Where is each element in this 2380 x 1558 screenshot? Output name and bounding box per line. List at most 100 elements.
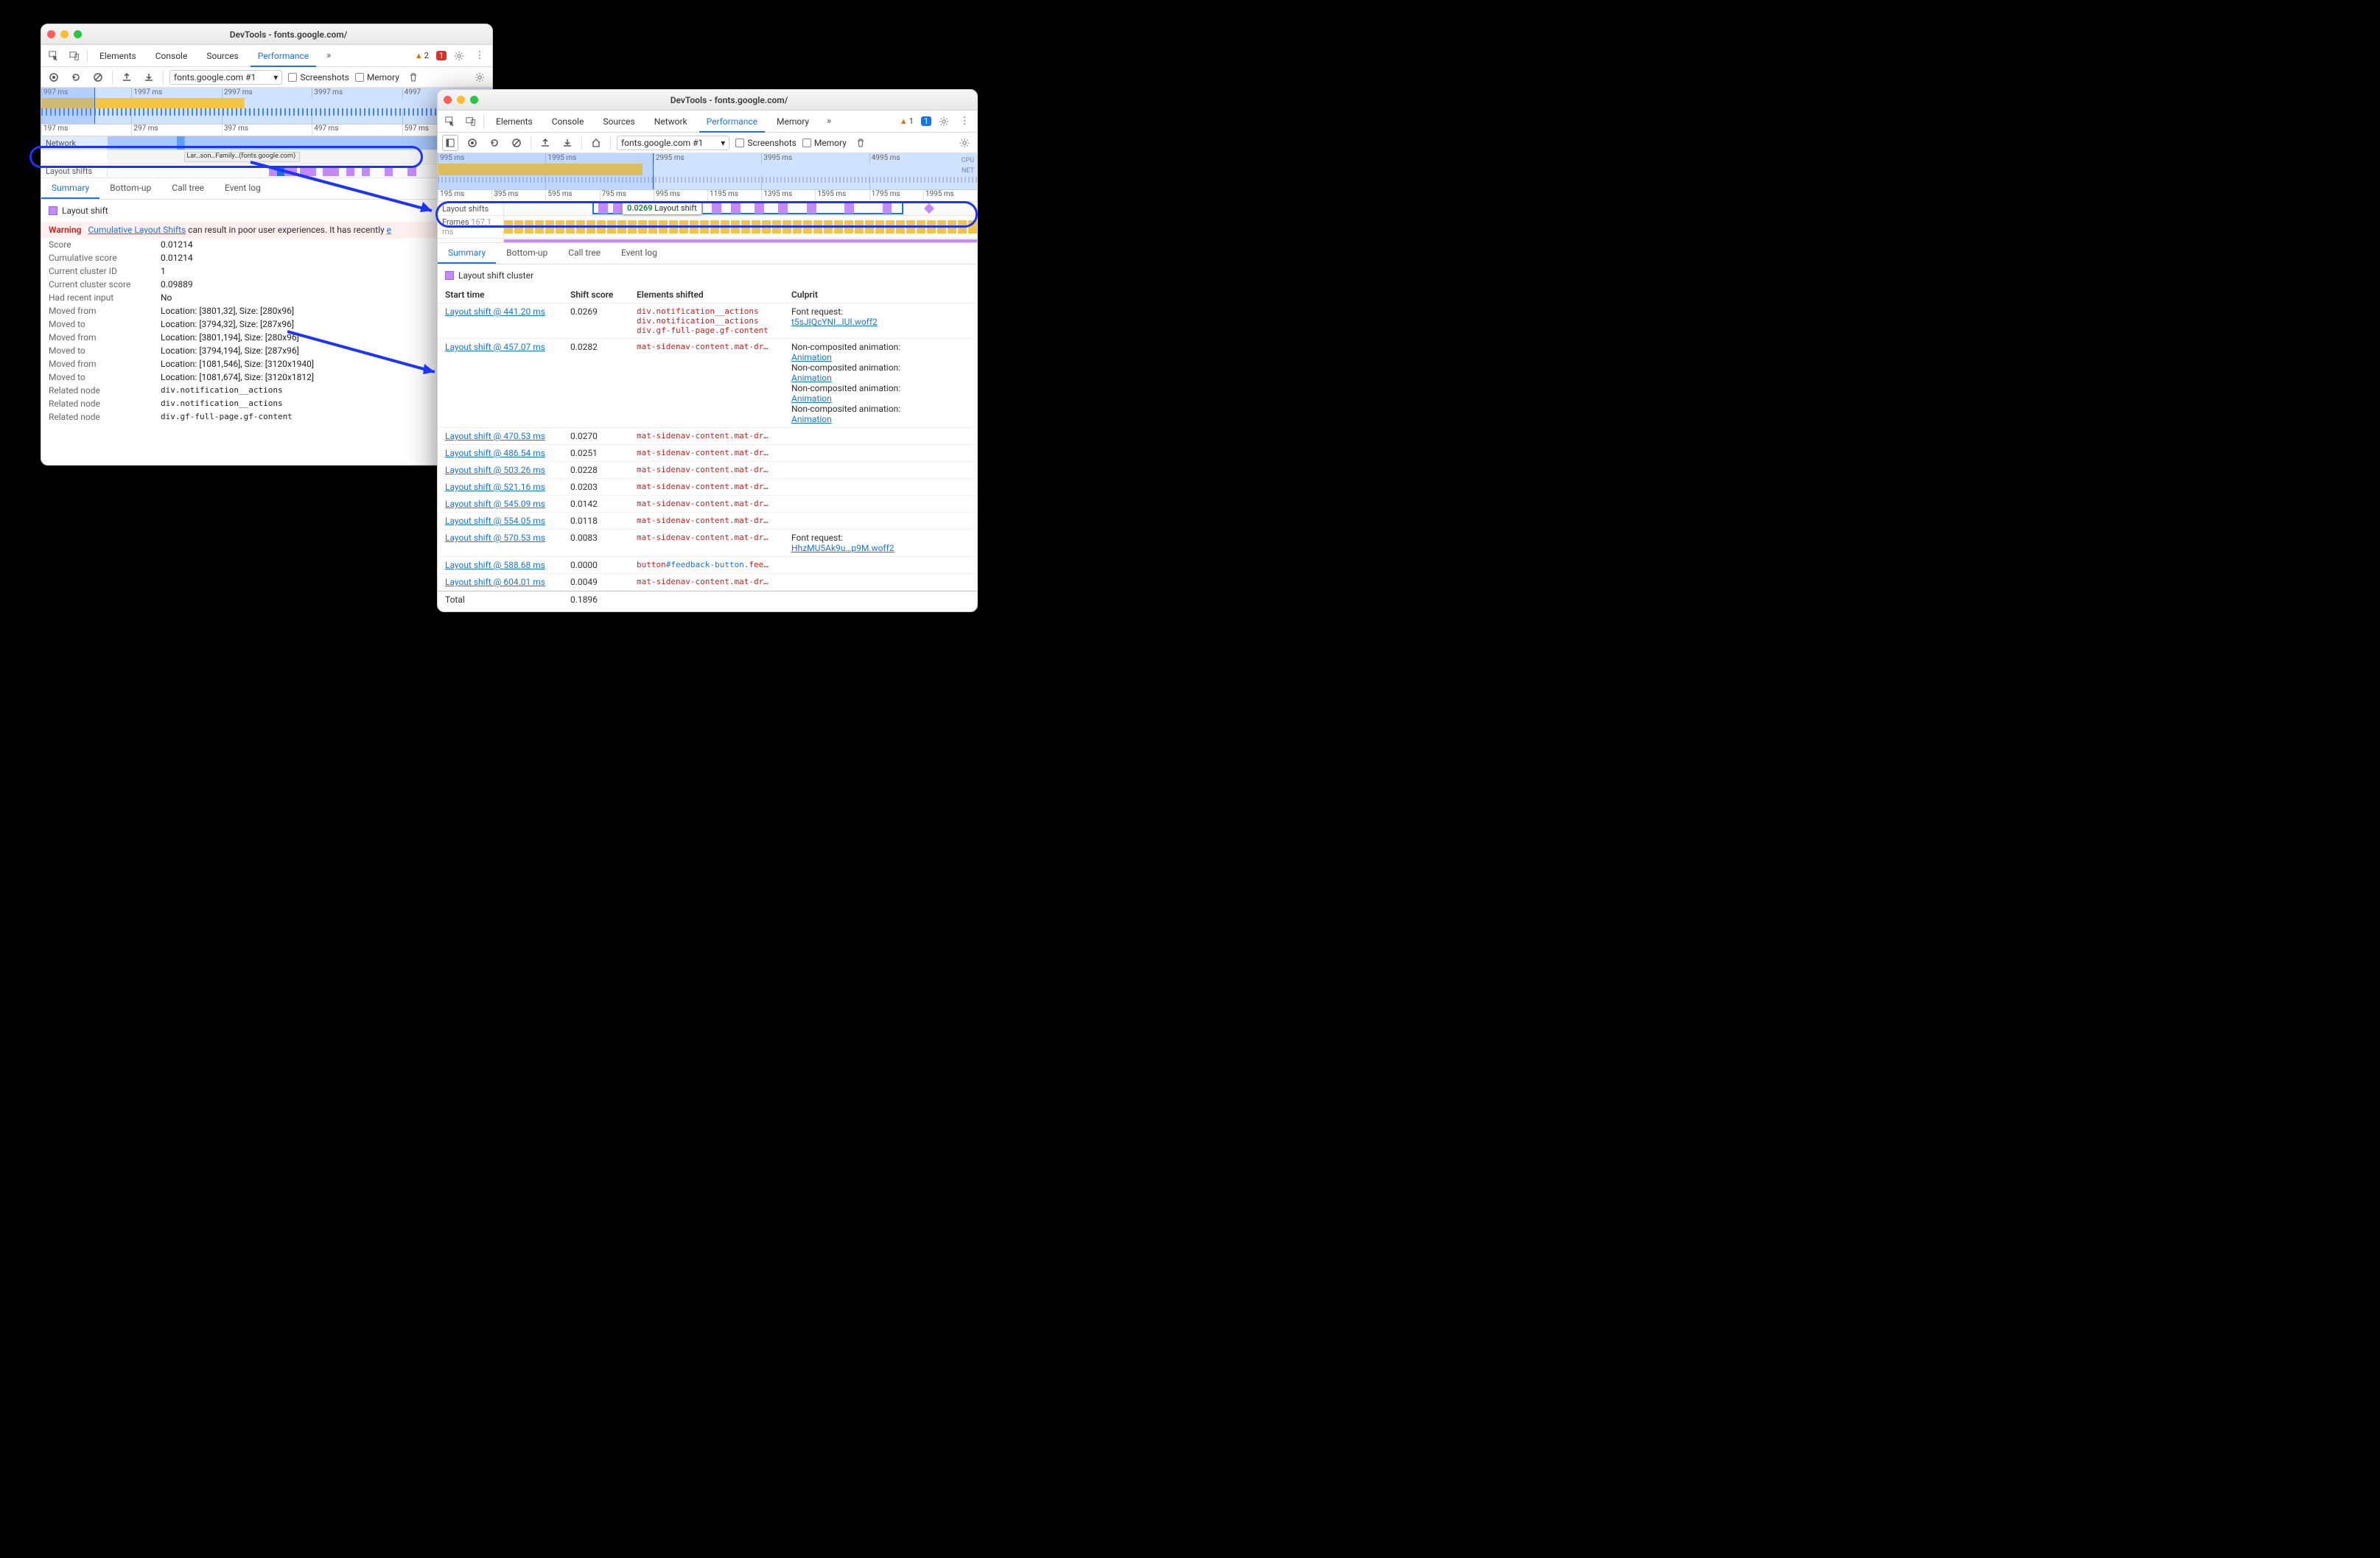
kebab-menu-icon[interactable]: ⋮ (472, 48, 488, 64)
layout-shift-link[interactable]: Layout shift @ 554.05 ms (445, 516, 545, 526)
record-icon[interactable] (46, 69, 62, 85)
trash-icon[interactable] (405, 69, 421, 85)
tab-eventlog[interactable]: Event log (214, 178, 271, 199)
warnings-badge[interactable]: ▲2 (412, 51, 432, 60)
cls-link[interactable]: Cumulative Layout Shifts (88, 225, 186, 235)
memory-checkbox[interactable]: Memory (355, 72, 399, 83)
screenshots-checkbox[interactable]: Screenshots (735, 138, 796, 148)
close-window-icon[interactable] (444, 96, 452, 104)
culprit-link[interactable]: t5sJIQcYNI…IUI.woff2 (791, 317, 970, 327)
download-icon[interactable] (559, 135, 575, 151)
maximize-window-icon[interactable] (470, 96, 478, 104)
animation-link[interactable]: Animation (791, 352, 970, 362)
tab-sources[interactable]: Sources (199, 45, 245, 67)
tab-performance[interactable]: Performance (699, 110, 765, 133)
recording-selector[interactable]: fonts.google.com #1▾ (169, 70, 282, 85)
layout-shift-link[interactable]: Layout shift @ 588.68 ms (445, 560, 545, 570)
tab-network[interactable]: Network (647, 110, 695, 133)
layout-shift-link[interactable]: Layout shift @ 503.26 ms (445, 465, 545, 475)
device-toggle-icon[interactable] (463, 113, 479, 130)
related-node-link[interactable]: div.gf-full-page.gf-content (161, 412, 293, 422)
tab-console[interactable]: Console (148, 45, 195, 67)
layout-shift-link[interactable]: Layout shift @ 457.07 ms (445, 342, 545, 352)
culprit-link[interactable]: HhzMU5Ak9u…p9M.woff2 (791, 543, 970, 553)
element-link[interactable]: mat-sidenav-content.mat-dr… (637, 577, 784, 586)
layout-shifts-track[interactable]: Layout shifts (438, 202, 977, 216)
settings-icon[interactable] (451, 48, 467, 64)
tab-elements[interactable]: Elements (489, 110, 540, 133)
related-node-link[interactable]: div.notification__actions (161, 399, 283, 409)
settings-icon[interactable] (936, 113, 952, 130)
minimize-window-icon[interactable] (60, 30, 69, 38)
overview-timeline[interactable]: 995 ms1995 ms2995 ms3995 ms4995 ms CPUNE… (438, 153, 977, 190)
frames-track[interactable]: Frames 167.1 ms (438, 216, 977, 239)
layout-shift-link[interactable]: Layout shift @ 570.53 ms (445, 533, 545, 543)
warnings-badge[interactable]: ▲1 (897, 116, 917, 126)
element-link[interactable]: div.gf-full-page.gf-content (637, 326, 784, 335)
trash-icon[interactable] (853, 135, 869, 151)
tab-sources[interactable]: Sources (595, 110, 642, 133)
home-icon[interactable] (588, 135, 604, 151)
task-track[interactable]: Lar…son…Family…(fonts.google.com) (41, 150, 492, 164)
device-toggle-icon[interactable] (66, 48, 83, 64)
network-track[interactable]: Network (41, 136, 492, 150)
inspect-icon[interactable] (46, 48, 62, 64)
flame-ruler[interactable]: 197 ms297 ms397 ms497 ms597 ms (41, 124, 492, 136)
element-link[interactable]: button#feedback-button.fee… (637, 560, 784, 569)
more-tabs-icon[interactable]: » (321, 48, 337, 64)
tab-elements[interactable]: Elements (92, 45, 144, 67)
upload-icon[interactable] (537, 135, 553, 151)
layout-shift-link[interactable]: Layout shift @ 545.09 ms (445, 499, 545, 509)
element-link[interactable]: mat-sidenav-content.mat-dr… (637, 533, 784, 542)
flame-ruler[interactable]: 195 ms395 ms595 ms795 ms995 ms1195 ms139… (438, 190, 977, 202)
element-link[interactable]: mat-sidenav-content.mat-dr… (637, 465, 784, 474)
recording-selector[interactable]: fonts.google.com #1▾ (617, 136, 729, 150)
animation-link[interactable]: Animation (791, 393, 970, 404)
element-link[interactable]: mat-sidenav-content.mat-dr… (637, 482, 784, 491)
close-window-icon[interactable] (47, 30, 55, 38)
animation-link[interactable]: Animation (791, 414, 970, 424)
layout-shift-link[interactable]: Layout shift @ 441.20 ms (445, 306, 545, 317)
element-link[interactable]: mat-sidenav-content.mat-dr… (637, 342, 784, 351)
messages-badge[interactable]: 1 (921, 116, 931, 126)
tab-summary[interactable]: Summary (438, 243, 496, 264)
more-tabs-icon[interactable]: » (821, 113, 837, 130)
related-node-link[interactable]: div.notification__actions (161, 385, 283, 396)
toggle-sidebar-icon[interactable] (442, 135, 458, 151)
element-link[interactable]: mat-sidenav-content.mat-dr… (637, 516, 784, 525)
memory-checkbox[interactable]: Memory (802, 138, 847, 148)
overview-timeline[interactable]: 997 ms1997 ms2997 ms3997 ms4997 (41, 88, 492, 124)
tab-bottomup[interactable]: Bottom-up (99, 178, 161, 199)
screenshots-checkbox[interactable]: Screenshots (288, 72, 349, 83)
overview-selection[interactable] (438, 153, 654, 189)
tab-calltree[interactable]: Call tree (161, 178, 214, 199)
animation-link[interactable]: Animation (791, 373, 970, 383)
minimize-window-icon[interactable] (457, 96, 465, 104)
record-icon[interactable] (464, 135, 480, 151)
element-link[interactable]: mat-sidenav-content.mat-dr… (637, 499, 784, 508)
tab-eventlog[interactable]: Event log (611, 243, 668, 264)
element-link[interactable]: div.notification__actions (637, 316, 784, 326)
kebab-menu-icon[interactable]: ⋮ (956, 113, 973, 130)
tab-memory[interactable]: Memory (769, 110, 816, 133)
tab-calltree[interactable]: Call tree (558, 243, 611, 264)
capture-settings-icon[interactable] (472, 69, 488, 85)
maximize-window-icon[interactable] (74, 30, 82, 38)
element-link[interactable]: div.notification__actions (637, 306, 784, 316)
layout-shift-link[interactable]: Layout shift @ 470.53 ms (445, 431, 545, 441)
layout-shift-link[interactable]: Layout shift @ 521.16 ms (445, 482, 545, 492)
tab-bottomup[interactable]: Bottom-up (496, 243, 558, 264)
layout-shifts-track[interactable]: Layout shifts (41, 164, 492, 178)
reload-record-icon[interactable] (68, 69, 84, 85)
layout-shift-link[interactable]: Layout shift @ 604.01 ms (445, 577, 545, 587)
tab-summary[interactable]: Summary (41, 178, 99, 199)
inspect-icon[interactable] (442, 113, 458, 130)
clear-icon[interactable] (90, 69, 106, 85)
upload-icon[interactable] (119, 69, 135, 85)
layout-shift-link[interactable]: Layout shift @ 486.54 ms (445, 448, 545, 458)
cls-more-link[interactable]: e (387, 225, 391, 235)
download-icon[interactable] (141, 69, 157, 85)
overview-selection[interactable] (41, 88, 95, 124)
reload-record-icon[interactable] (486, 135, 503, 151)
clear-icon[interactable] (508, 135, 525, 151)
